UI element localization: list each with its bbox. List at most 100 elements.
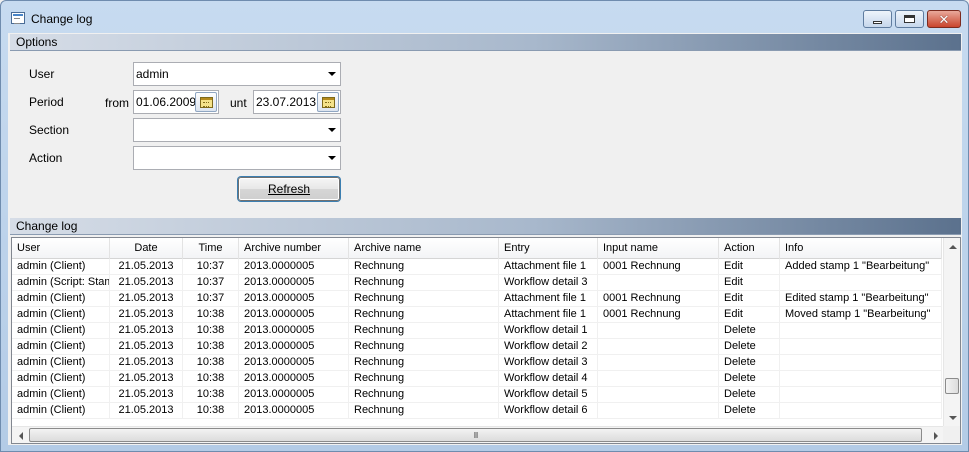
column-header-info[interactable]: Info (780, 238, 942, 259)
cell-archive-name: Rechnung (349, 387, 499, 403)
table-row[interactable]: admin (Script: Stamp 21.05.2013 10:37 2013.… (12, 275, 942, 291)
user-select[interactable]: admin (133, 62, 341, 86)
cell-archive-number: 2013.0000005 (239, 403, 349, 419)
cell-archive-number: 2013.0000005 (239, 291, 349, 307)
from-date-input[interactable]: 01.06.2009 (133, 90, 219, 114)
cell-input-name (598, 275, 719, 291)
change-log-window: Change log ✕ Options User admin Period f… (0, 0, 969, 452)
cell-archive-number: 2013.0000005 (239, 307, 349, 323)
table-row[interactable]: admin (Client) 21.05.2013 10:37 2013.000000… (12, 291, 942, 307)
action-select[interactable] (133, 146, 341, 170)
scroll-up-icon[interactable] (944, 238, 960, 255)
until-calendar-button[interactable] (317, 92, 339, 112)
column-header-archive-name[interactable]: Archive name (349, 238, 499, 259)
chevron-down-icon[interactable] (326, 68, 338, 80)
table-row[interactable]: admin (Client) 21.05.2013 10:38 2013.000000… (12, 339, 942, 355)
vertical-scroll-thumb[interactable] (945, 378, 959, 394)
cell-time: 10:38 (183, 307, 239, 323)
cell-date: 21.05.2013 (110, 387, 183, 403)
refresh-button[interactable]: Refresh (238, 177, 340, 201)
table-row[interactable]: admin (Client) 21.05.2013 10:38 2013.000000… (12, 403, 942, 419)
cell-input-name (598, 355, 719, 371)
cell-entry: Workflow detail 5 (499, 387, 598, 403)
cell-archive-number: 2013.0000005 (239, 371, 349, 387)
column-header-date[interactable]: Date (110, 238, 183, 259)
title-bar[interactable]: Change log ✕ (1, 1, 968, 34)
cell-action: Delete (719, 323, 780, 339)
maximize-button[interactable] (895, 10, 924, 28)
cell-archive-name: Rechnung (349, 355, 499, 371)
cell-action: Delete (719, 403, 780, 419)
cell-action: Edit (719, 307, 780, 323)
refresh-button-label: Refresh (267, 182, 311, 196)
table-row[interactable]: admin (Client) 21.05.2013 10:37 2013.000000… (12, 259, 942, 275)
cell-action: Delete (719, 339, 780, 355)
table-header-row: User Date Time Archive number Archive name En… (12, 238, 942, 259)
cell-entry: Attachment file 1 (499, 307, 598, 323)
cell-date: 21.05.2013 (110, 371, 183, 387)
column-header-time[interactable]: Time (183, 238, 239, 259)
cell-date: 21.05.2013 (110, 259, 183, 275)
window-client-area: Options User admin Period from 01.06.200… (8, 33, 962, 445)
cell-user: admin (Client) (12, 323, 110, 339)
column-header-user[interactable]: User (12, 238, 110, 259)
scroll-down-icon[interactable] (944, 409, 960, 426)
chevron-down-icon[interactable] (326, 124, 338, 136)
scroll-left-icon[interactable] (12, 427, 29, 443)
until-date-value: 23.07.2013 (256, 95, 317, 109)
change-log-header: Change log (10, 218, 961, 235)
section-select[interactable] (133, 118, 341, 142)
close-icon: ✕ (938, 11, 950, 27)
cell-date: 21.05.2013 (110, 339, 183, 355)
from-date-value: 01.06.2009 (136, 95, 197, 109)
column-header-action[interactable]: Action (719, 238, 780, 259)
cell-archive-name: Rechnung (349, 307, 499, 323)
cell-info (780, 403, 942, 419)
cell-action: Edit (719, 275, 780, 291)
cell-time: 10:38 (183, 371, 239, 387)
scroll-right-icon[interactable] (927, 427, 944, 443)
column-header-input-name[interactable]: Input name (598, 238, 719, 259)
close-button[interactable]: ✕ (927, 10, 961, 28)
table-row[interactable]: admin (Client) 21.05.2013 10:38 2013.000000… (12, 323, 942, 339)
chevron-down-icon[interactable] (326, 152, 338, 164)
table-row[interactable]: admin (Client) 21.05.2013 10:38 2013.000000… (12, 355, 942, 371)
cell-user: admin (Client) (12, 355, 110, 371)
minimize-button[interactable] (863, 10, 892, 28)
cell-entry: Workflow detail 3 (499, 355, 598, 371)
vertical-scrollbar[interactable] (943, 238, 960, 426)
column-header-archive-number[interactable]: Archive number (239, 238, 349, 259)
cell-user: admin (Client) (12, 403, 110, 419)
table-row[interactable]: admin (Client) 21.05.2013 10:38 2013.000000… (12, 371, 942, 387)
cell-user: admin (Client) (12, 307, 110, 323)
table-row[interactable]: admin (Client) 21.05.2013 10:38 2013.000000… (12, 307, 942, 323)
cell-input-name: 0001 Rechnung (598, 307, 719, 323)
cell-archive-name: Rechnung (349, 339, 499, 355)
cell-user: admin (Script: Stamp (12, 275, 110, 291)
cell-info (780, 371, 942, 387)
cell-user: admin (Client) (12, 387, 110, 403)
change-log-table[interactable]: User Date Time Archive number Archive name En… (11, 237, 961, 444)
cell-archive-number: 2013.0000005 (239, 275, 349, 291)
cell-user: admin (Client) (12, 371, 110, 387)
cell-input-name (598, 387, 719, 403)
horizontal-scrollbar[interactable]: III (12, 426, 944, 443)
cell-info (780, 275, 942, 291)
from-calendar-button[interactable] (195, 92, 217, 112)
cell-archive-name: Rechnung (349, 275, 499, 291)
horizontal-scroll-thumb[interactable]: III (29, 428, 922, 442)
column-header-entry[interactable]: Entry (499, 238, 598, 259)
scrollbar-corner (943, 426, 960, 443)
cell-date: 21.05.2013 (110, 403, 183, 419)
until-label: unt (230, 96, 247, 110)
cell-archive-name: Rechnung (349, 291, 499, 307)
cell-entry: Workflow detail 6 (499, 403, 598, 419)
cell-info: Added stamp 1 "Bearbeitung" (780, 259, 942, 275)
until-date-input[interactable]: 23.07.2013 (253, 90, 341, 114)
cell-time: 10:38 (183, 387, 239, 403)
cell-info (780, 323, 942, 339)
table-row[interactable]: admin (Client) 21.05.2013 10:38 2013.000000… (12, 387, 942, 403)
cell-time: 10:37 (183, 291, 239, 307)
cell-entry: Attachment file 1 (499, 291, 598, 307)
action-label: Action (29, 151, 63, 165)
